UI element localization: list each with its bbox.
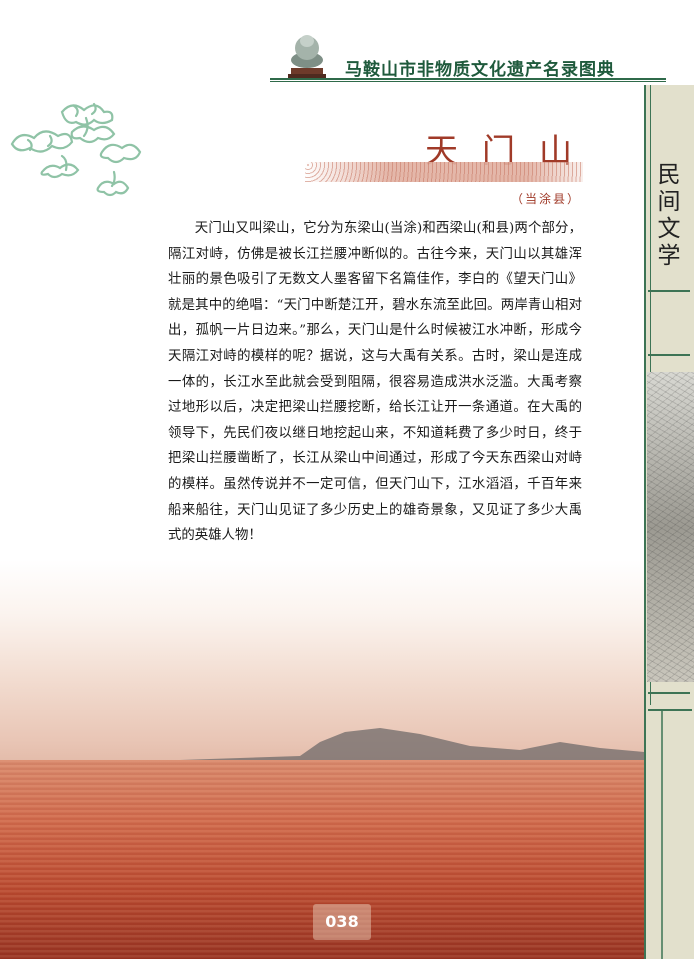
sidebar-rule: [648, 354, 690, 356]
header-divider: [270, 78, 666, 80]
title-decorative-band: [305, 162, 583, 182]
book-header-title: 马鞍山市非物质文化遗产名录图典: [345, 60, 615, 80]
category-char: 间: [657, 189, 681, 215]
page-number: 038: [313, 904, 371, 940]
article-body: 天门山又叫梁山，它分为东梁山(当涂)和西梁山(和县)两个部分，隔江对峙，仿佛是被…: [168, 221, 582, 544]
sidebar-ink-painting-image: [647, 372, 694, 682]
header-divider-thin: [270, 81, 666, 82]
category-char: 文: [657, 216, 681, 242]
sidebar-lines: [648, 709, 692, 959]
auspicious-cloud-ornament-icon: [10, 102, 142, 197]
sidebar-rule: [648, 692, 690, 694]
category-char: 学: [657, 243, 681, 269]
sidebar-rule: [648, 290, 690, 292]
article-location: （当涂县）: [511, 192, 582, 206]
category-char: 民: [657, 162, 681, 188]
sidebar-category-label: 民 间 文 学: [648, 162, 690, 270]
stone-emblem-icon: [288, 35, 326, 78]
